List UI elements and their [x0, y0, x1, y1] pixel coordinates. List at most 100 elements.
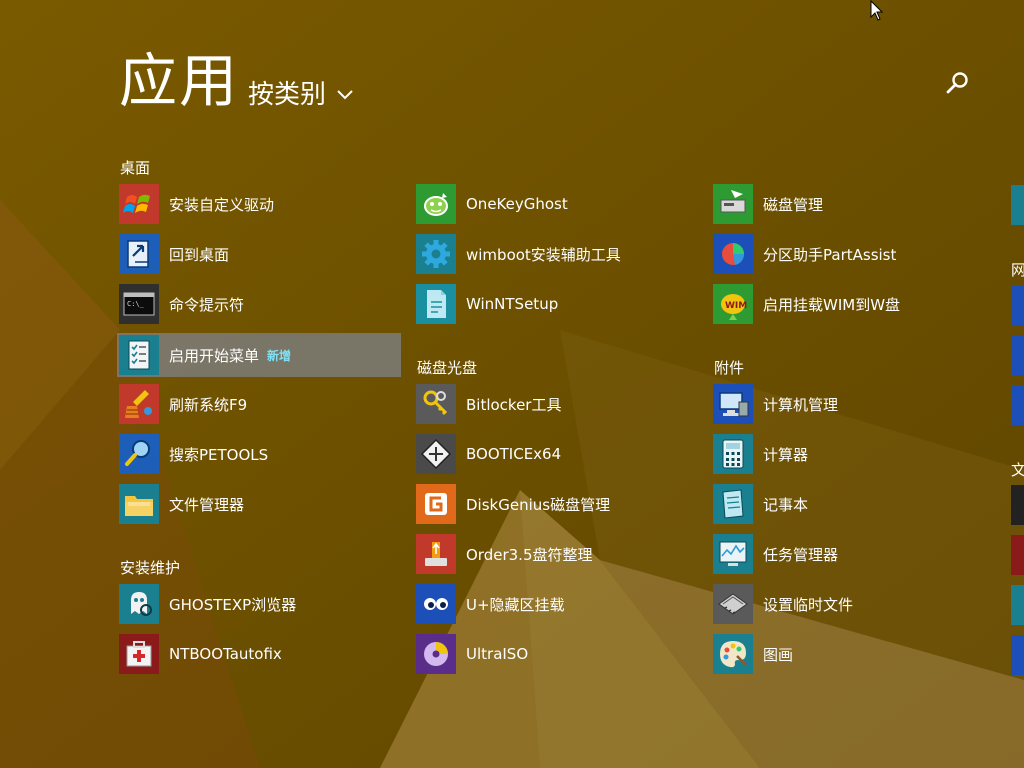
app-tile-set-temp-files[interactable]: 设置临时文件 [711, 583, 995, 625]
wim-mount-icon: WIM [713, 284, 753, 324]
paint-palette-icon [713, 634, 753, 674]
keys-icon [416, 384, 456, 424]
mouse-cursor [870, 0, 884, 21]
app-label: 安装自定义驱动 [169, 195, 275, 214]
category-desktop[interactable]: 桌面 [120, 159, 150, 177]
eyes-icon [416, 584, 456, 624]
app-label: 计算机管理 [763, 395, 839, 414]
app-label: 图画 [763, 645, 794, 664]
task-manager-icon [713, 534, 753, 574]
app-tile-task-manager[interactable]: 任务管理器 [711, 533, 995, 575]
partial-app-tile[interactable] [1011, 335, 1024, 375]
partial-app-tile[interactable] [1011, 585, 1024, 625]
app-label: DiskGenius磁盘管理 [466, 495, 611, 514]
sort-label: 按类别 [248, 79, 327, 110]
new-badge: 新增 [267, 348, 292, 363]
app-tile-notepad[interactable]: 记事本 [711, 483, 995, 525]
app-label: OneKeyGhost [466, 195, 568, 213]
diskgenius-icon [416, 484, 456, 524]
app-label: 分区助手PartAssist [763, 245, 897, 264]
windows-flag-icon [119, 184, 159, 224]
category-partial-network[interactable]: 网 [1011, 259, 1024, 280]
app-label: 文件管理器 [169, 495, 245, 514]
disc-icon [416, 634, 456, 674]
app-tile-file-manager[interactable]: 文件管理器 [117, 483, 401, 525]
app-tile-ultraiso[interactable]: UltraISO [414, 633, 698, 675]
folder-icon [119, 484, 159, 524]
category-disk-optical[interactable]: 磁盘光盘 [417, 359, 477, 377]
app-label: BOOTICEx64 [466, 445, 562, 463]
partial-app-tile[interactable] [1011, 535, 1024, 575]
category-install-maintenance[interactable]: 安装维护 [120, 559, 180, 577]
magnifier-icon [119, 434, 159, 474]
app-tile-u-plus-hidden-mount[interactable]: U+隐藏区挂载 [414, 583, 698, 625]
app-tile-ntbootautofix[interactable]: NTBOOTautofix [117, 633, 401, 675]
app-label: 记事本 [763, 495, 809, 514]
app-label: 设置临时文件 [763, 595, 854, 614]
app-label: 启用挂载WIM到W盘 [763, 295, 901, 314]
app-tile-bootice[interactable]: BOOTICEx64 [414, 433, 698, 475]
app-tile-command-prompt[interactable]: C:\_ 命令提示符 [117, 283, 401, 325]
setup-file-icon [416, 284, 456, 324]
app-tile-wimboot-helper[interactable]: wimboot安装辅助工具 [414, 233, 698, 275]
app-tile-onekeyghost[interactable]: OneKeyGhost [414, 183, 698, 225]
refresh-broom-icon [119, 384, 159, 424]
partial-app-tile[interactable] [1011, 485, 1024, 525]
app-label: 磁盘管理 [763, 195, 824, 214]
app-tile-winntsetup[interactable]: WinNTSetup [414, 283, 698, 325]
app-tile-bitlocker[interactable]: Bitlocker工具 [414, 383, 698, 425]
app-label: Bitlocker工具 [466, 395, 562, 414]
app-tile-mount-wim-to-w[interactable]: WIM 启用挂载WIM到W盘 [711, 283, 995, 325]
svg-text:C:\_: C:\_ [127, 300, 145, 308]
app-label: 搜索PETOOLS [169, 445, 269, 464]
app-tile-calculator[interactable]: 计算器 [711, 433, 995, 475]
app-tile-back-to-desktop[interactable]: 回到桌面 [117, 233, 401, 275]
app-tile-enable-start-menu[interactable]: 启用开始菜单 新增 [117, 333, 401, 377]
category-partial-file[interactable]: 文 [1011, 459, 1024, 480]
first-aid-kit-icon [119, 634, 159, 674]
app-tile-partition-assistant[interactable]: 分区助手PartAssist [711, 233, 995, 275]
page-title: 应用 [119, 47, 240, 115]
app-label: 任务管理器 [763, 545, 839, 564]
partition-icon [713, 234, 753, 274]
notepad-icon [713, 484, 753, 524]
app-tile-paint[interactable]: 图画 [711, 633, 995, 675]
ghost-green-icon [416, 184, 456, 224]
app-tile-ghostexp[interactable]: GHOSTEXP浏览器 [117, 583, 401, 625]
gear-icon [416, 234, 456, 274]
app-tile-order-drive-letters[interactable]: Order3.5盘符整理 [414, 533, 698, 575]
app-tile-disk-management[interactable]: 磁盘管理 [711, 183, 995, 225]
app-tile-install-custom-driver[interactable]: 安装自定义驱动 [117, 183, 401, 225]
svg-text:WIM: WIM [725, 301, 747, 311]
app-label: 回到桌面 [169, 245, 230, 264]
app-tile-search-petools[interactable]: 搜索PETOOLS [117, 433, 401, 475]
disk-management-icon [713, 184, 753, 224]
app-label: GHOSTEXP浏览器 [169, 595, 297, 614]
computer-management-icon [713, 384, 753, 424]
app-label: WinNTSetup [466, 295, 559, 313]
partial-app-tile[interactable] [1011, 635, 1024, 675]
category-accessories[interactable]: 附件 [714, 359, 744, 377]
partial-app-tile[interactable] [1011, 285, 1024, 325]
app-label: 刷新系统F9 [169, 395, 248, 414]
usb-drive-icon [416, 534, 456, 574]
calculator-icon [713, 434, 753, 474]
partial-app-tile[interactable] [1011, 385, 1024, 425]
app-label: 命令提示符 [169, 295, 245, 314]
sort-by-category-dropdown[interactable]: 按类别 [248, 72, 354, 112]
bootice-icon [416, 434, 456, 474]
app-tile-diskgenius[interactable]: DiskGenius磁盘管理 [414, 483, 698, 525]
app-tile-refresh-system[interactable]: 刷新系统F9 [117, 383, 401, 425]
app-label: 计算器 [763, 445, 809, 464]
search-icon[interactable] [944, 70, 970, 96]
app-label: NTBOOTautofix [169, 645, 282, 663]
memory-chip-icon [713, 584, 753, 624]
start-menu-icon [119, 335, 159, 375]
app-label: UltraISO [466, 645, 529, 663]
app-label: 启用开始菜单 [169, 346, 260, 365]
app-tile-computer-management[interactable]: 计算机管理 [711, 383, 995, 425]
chevron-down-icon [337, 90, 353, 100]
app-label: wimboot安装辅助工具 [466, 245, 621, 264]
desktop-return-icon [119, 234, 159, 274]
partial-app-tile[interactable] [1011, 185, 1024, 225]
